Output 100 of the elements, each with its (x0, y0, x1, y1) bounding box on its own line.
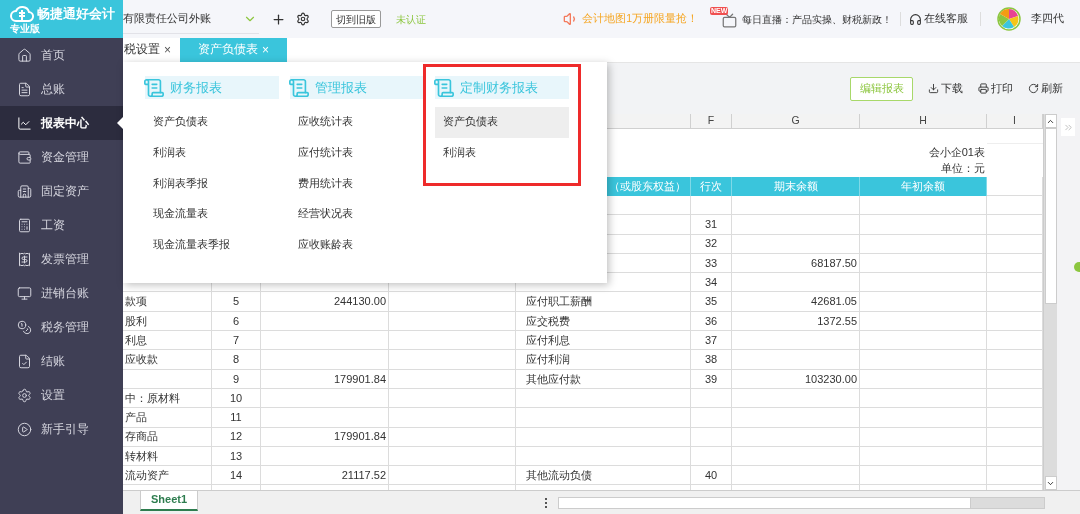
download-icon (928, 83, 939, 94)
menu-item[interactable]: 应付统计表 (290, 137, 424, 169)
table-cell: 38 (691, 350, 732, 370)
switch-version-button[interactable]: 切到旧版 (331, 10, 381, 28)
sidebar-item[interactable]: 新手引导 (0, 412, 123, 446)
table-cell: 14 (212, 466, 261, 486)
table-cell: 13 (212, 446, 261, 467)
table-cell: 36 (691, 311, 732, 332)
table-cell: 1372.55 (732, 311, 860, 332)
menu-group-header: 财务报表 (145, 76, 279, 99)
coins-icon (17, 319, 32, 335)
menu-item[interactable]: 利润表 (145, 137, 279, 169)
menu-item[interactable]: 经营状况表 (290, 198, 424, 230)
table-cell: 应交税费 (516, 311, 691, 332)
table-cell: 244130.00 (261, 292, 389, 312)
table-cell: 存商品 (123, 427, 212, 447)
table-cell: 10 (212, 388, 261, 409)
live-broadcast-link[interactable]: 每日直播：产品实操、财税新政！ (742, 11, 892, 27)
menu-item[interactable]: 应收账龄表 (290, 229, 424, 260)
table-cell: 其他流动负债 (516, 466, 691, 486)
sidebar-item[interactable]: 设置 (0, 378, 123, 412)
toolbar-action-button[interactable]: 下载 (928, 80, 963, 97)
column-header[interactable]: G (732, 114, 860, 129)
table-cell: 11 (212, 408, 261, 428)
sidebar-item[interactable]: 结账 (0, 344, 123, 378)
more-icon[interactable] (544, 497, 549, 508)
menu-item[interactable]: 现金流量表 (145, 198, 279, 230)
avatar-icon[interactable] (997, 7, 1021, 31)
calculator-icon (17, 217, 32, 233)
toolbar-action-button[interactable]: 打印 (978, 80, 1013, 97)
table-cell: 流动资产 (123, 466, 212, 486)
sheet-tab[interactable]: Sheet1 (140, 490, 199, 511)
table-header-cell: 行次 (691, 177, 732, 196)
sidebar-item[interactable]: 税务管理 (0, 310, 123, 344)
tab[interactable]: 税设置 × (123, 38, 173, 62)
table-cell (691, 446, 732, 467)
column-header[interactable]: H (860, 114, 987, 129)
menu-item[interactable]: 费用统计表 (290, 168, 424, 199)
scrollbar-thumb[interactable] (1044, 128, 1057, 304)
table-cell: 5 (212, 292, 261, 312)
settings-icon[interactable] (296, 12, 310, 26)
vertical-scrollbar[interactable] (1043, 114, 1057, 490)
sidebar-item[interactable]: 首页 (0, 38, 123, 72)
document-icon (288, 76, 310, 99)
printer-icon (978, 83, 989, 94)
sidebar-item[interactable]: 工资 (0, 208, 123, 242)
sidebar-item[interactable]: 固定资产 (0, 174, 123, 208)
support-link[interactable]: 在线客服 (924, 11, 968, 27)
sidebar-item[interactable]: 进销台账 (0, 276, 123, 310)
table-cell: 应收款 (123, 350, 212, 370)
tv-icon (722, 13, 737, 28)
headset-icon (909, 12, 922, 26)
table-cell: 33 (691, 253, 732, 274)
table-cell: 12 (212, 427, 261, 447)
home-icon (17, 47, 32, 63)
table-cell: 7 (212, 331, 261, 351)
table-cell: 款项 (123, 292, 212, 312)
menu-item[interactable]: 利润表 (435, 137, 569, 169)
table-cell: 42681.05 (732, 292, 860, 312)
close-icon[interactable]: × (164, 41, 171, 59)
menu-item[interactable]: 资产负债表 (145, 107, 279, 138)
table-cell: 37 (691, 331, 732, 351)
table-cell: 产品 (123, 408, 212, 428)
document-icon (143, 76, 165, 99)
table-cell: 中：原材料 (123, 388, 212, 409)
wallet-icon (17, 149, 32, 165)
table-cell: 35 (691, 292, 732, 312)
table-cell: 179901.84 (261, 427, 389, 447)
sidebar-item[interactable]: 资金管理 (0, 140, 123, 174)
toolbar-action-button[interactable]: 刷新 (1028, 80, 1063, 97)
table-header-cell: 期末余额 (732, 177, 860, 196)
table-cell: 利息 (123, 331, 212, 351)
sidebar-item[interactable]: 总账 (0, 72, 123, 106)
table-cell: 6 (212, 311, 261, 332)
table-cell: 其他应付款 (516, 369, 691, 389)
menu-item[interactable]: 应收统计表 (290, 107, 424, 138)
table-cell: 39 (691, 369, 732, 389)
table-cell: 103230.00 (732, 369, 860, 389)
monitor-icon (17, 285, 32, 301)
menu-item[interactable]: 资产负债表 (435, 107, 569, 138)
table-cell: 40 (691, 466, 732, 486)
menu-group-header: 定制财务报表 (435, 76, 569, 99)
user-name[interactable]: 李四代 (1031, 11, 1064, 27)
table-cell: 应付职工薪酬 (516, 292, 691, 312)
refresh-icon (1028, 83, 1039, 94)
menu-item[interactable]: 现金流量表季报 (145, 229, 279, 260)
sidebar-item[interactable]: 发票管理 (0, 242, 123, 276)
menu-item[interactable]: 利润表季报 (145, 168, 279, 199)
table-cell: 转材料 (123, 446, 212, 467)
company-select[interactable]: 有限责任公司外账 (123, 4, 259, 34)
sidebar-item[interactable]: 报表中心 (0, 106, 123, 140)
table-cell (691, 427, 732, 447)
file-check-icon (17, 353, 32, 369)
column-header[interactable]: F (691, 114, 732, 129)
table-cell: 应付利息 (516, 331, 691, 351)
table-cell (691, 196, 732, 216)
add-icon[interactable] (271, 11, 286, 27)
form-number: 会小企01表 (928, 144, 985, 160)
horizontal-scrollbar[interactable] (558, 496, 1046, 509)
document-icon (433, 76, 455, 99)
